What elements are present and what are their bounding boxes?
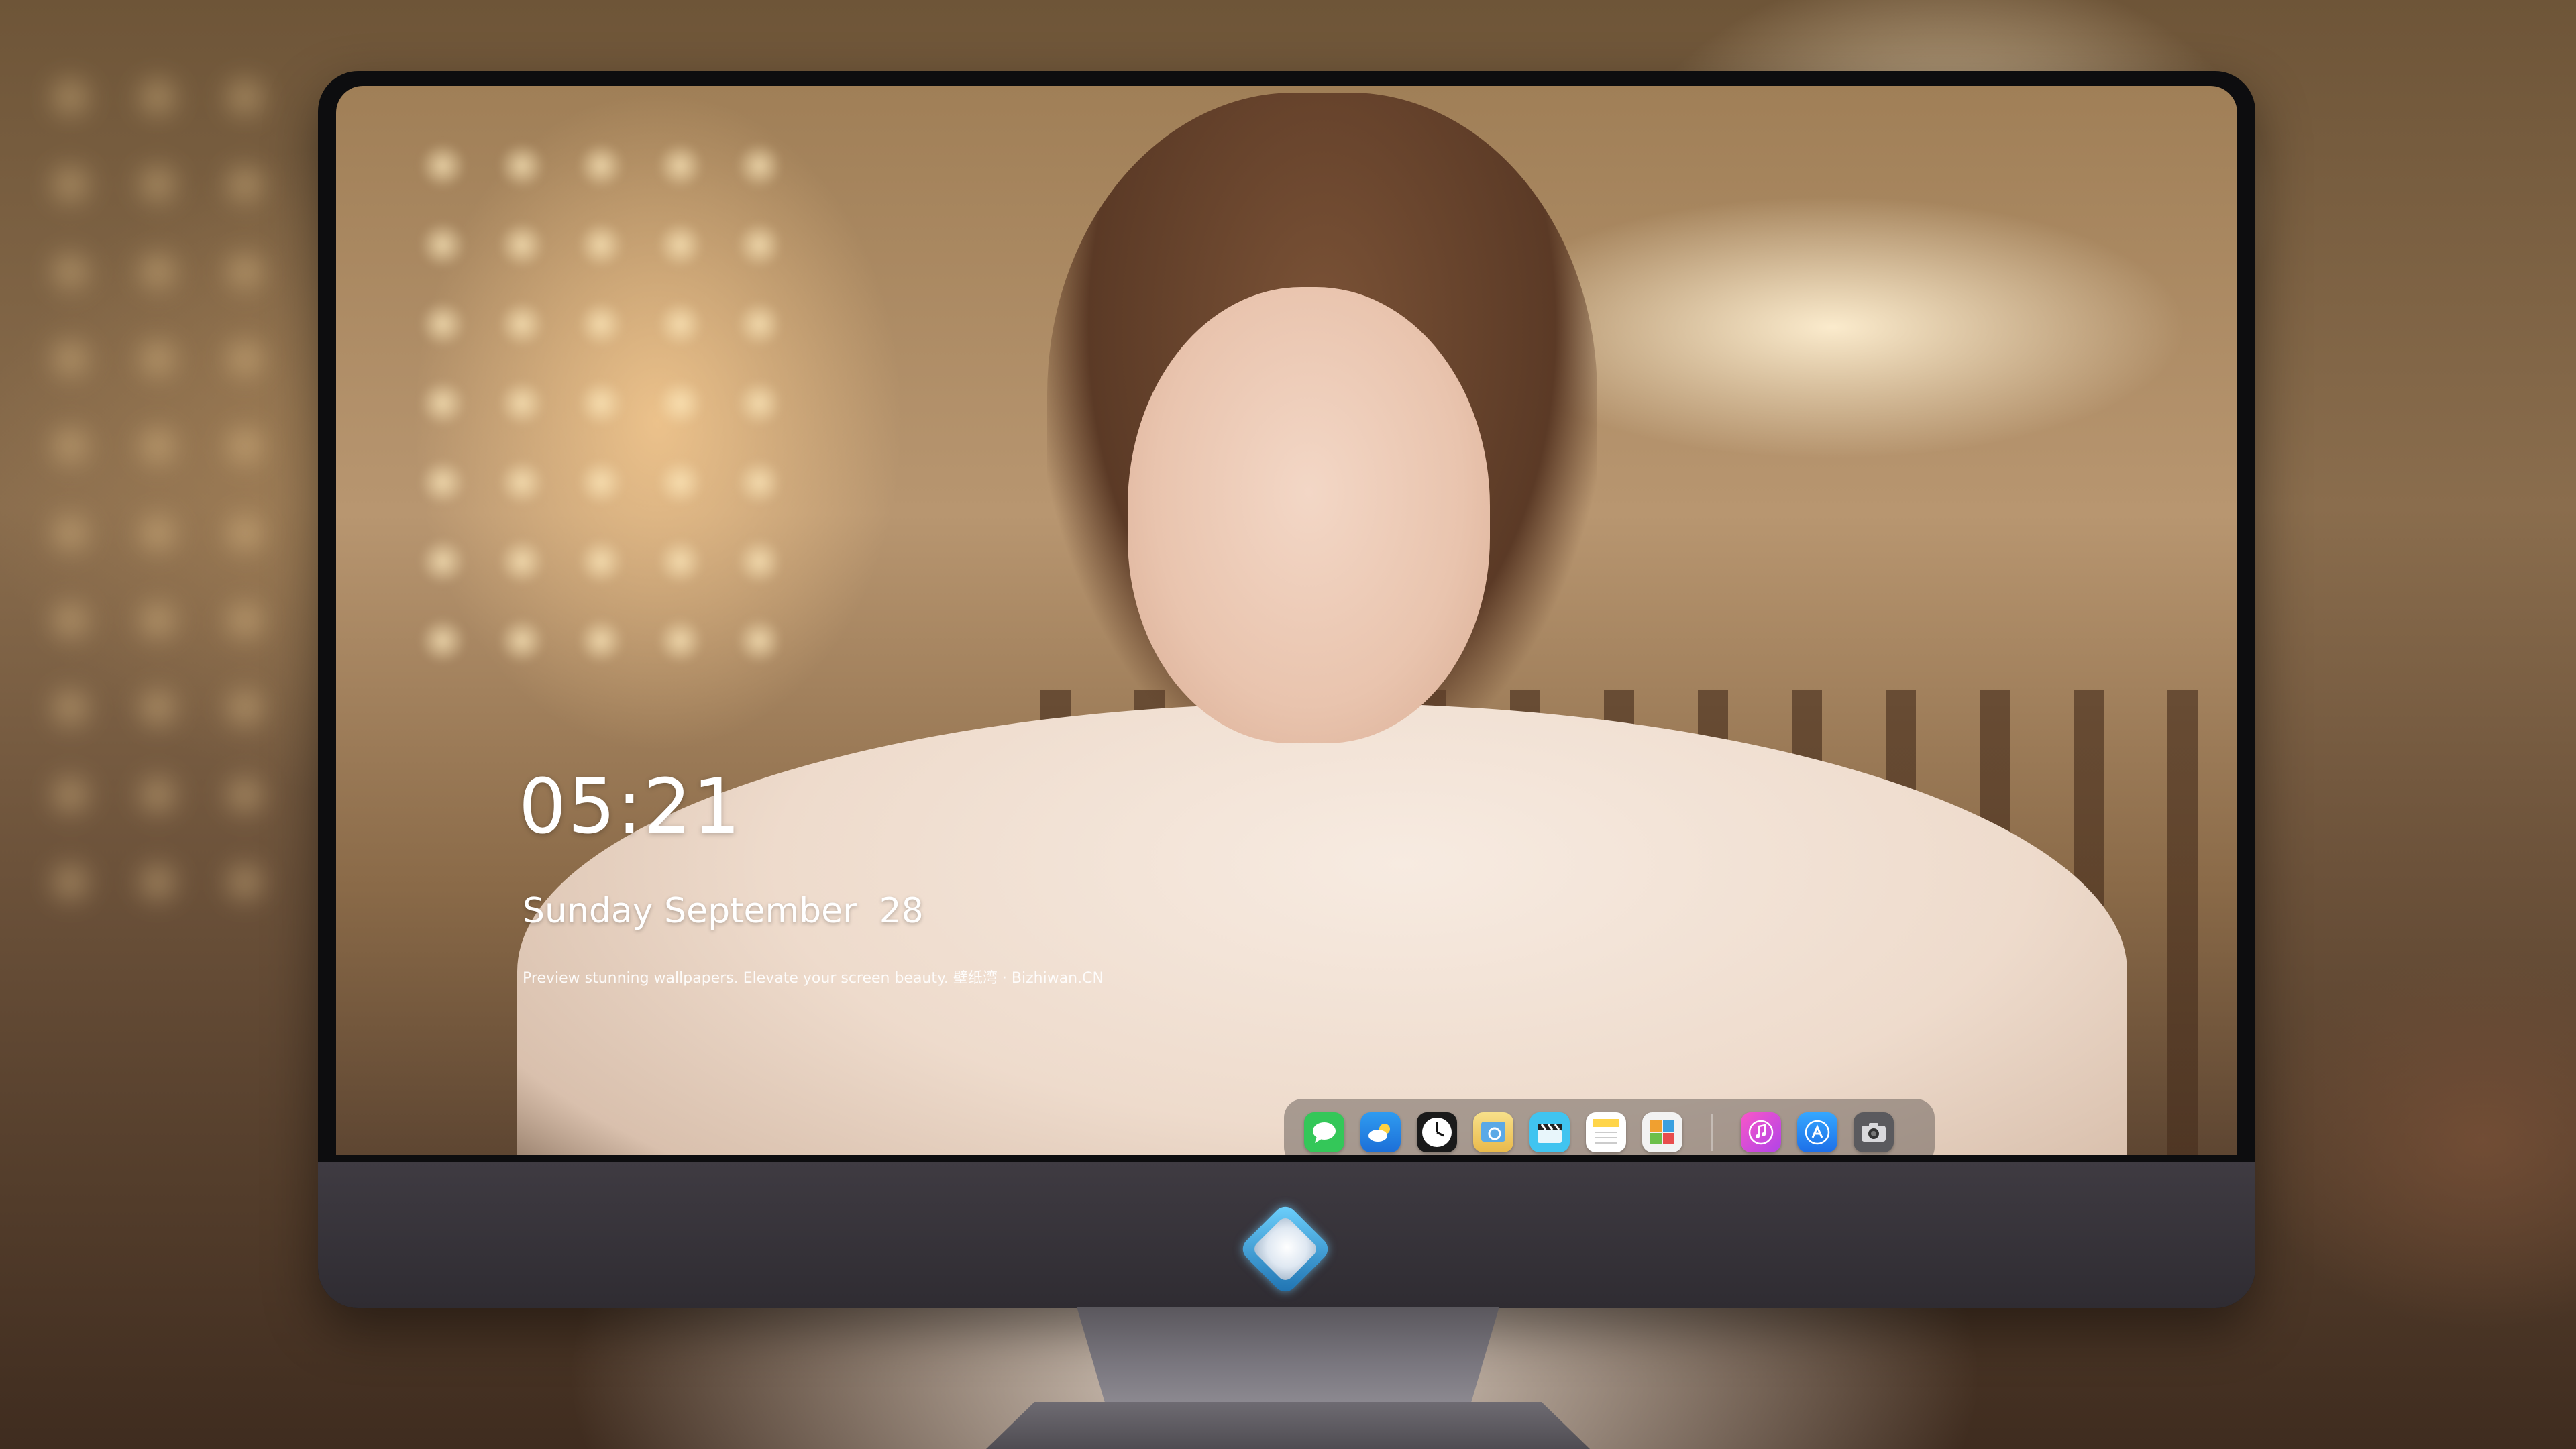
messages-icon[interactable] [1304, 1112, 1344, 1152]
app-store-icon[interactable] [1797, 1112, 1837, 1152]
image-viewer-icon[interactable] [1473, 1112, 1513, 1152]
lock-screen-date: Sunday September 28 [523, 891, 924, 931]
notes-icon[interactable] [1586, 1112, 1626, 1152]
lock-screen-wallpaper: 05:21 Sunday September 28 Preview stunni… [336, 86, 2237, 1155]
wallpaper-lattice [403, 126, 779, 663]
monitor-stand-base [986, 1402, 1590, 1449]
dragon-badge-icon [1238, 1201, 1333, 1297]
badge-inner [1251, 1215, 1320, 1283]
photo-grid-icon[interactable] [1642, 1112, 1682, 1152]
music-note-icon[interactable] [1741, 1112, 1781, 1152]
weather-icon[interactable] [1360, 1112, 1401, 1152]
wallpaper-person-face [1128, 287, 1490, 743]
dock [1284, 1099, 1935, 1155]
clapperboard-icon[interactable] [1529, 1112, 1570, 1152]
monitor-chin [318, 1162, 2255, 1308]
camera-icon[interactable] [1854, 1112, 1894, 1152]
background-lattice-window [27, 54, 309, 926]
wallpaper-caption: Preview stunning wallpapers. Elevate you… [523, 970, 1104, 987]
imac-monitor: 05:21 Sunday September 28 Preview stunni… [318, 71, 2255, 1308]
lock-screen-time: 05:21 [519, 763, 742, 851]
monitor-stand-neck [1077, 1307, 1499, 1407]
clock-icon[interactable] [1417, 1112, 1457, 1152]
dock-separator [1711, 1114, 1713, 1151]
